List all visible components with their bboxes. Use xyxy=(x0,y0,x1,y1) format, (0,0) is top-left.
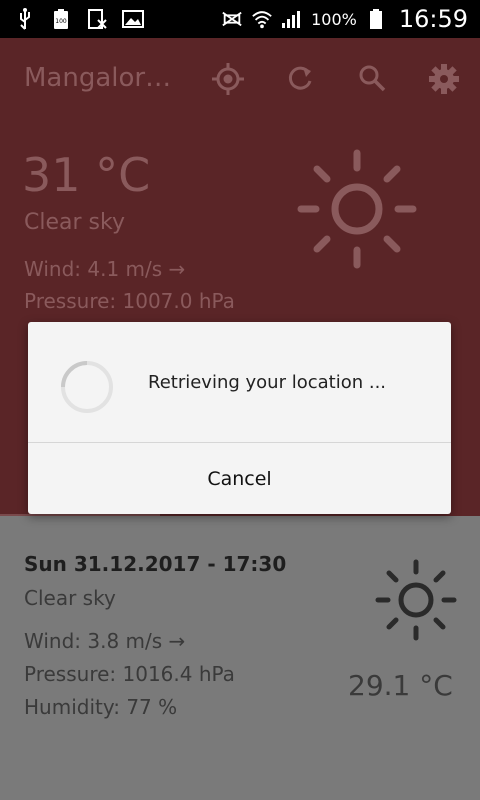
battery-icon xyxy=(365,8,387,30)
battery-100-icon: 100 xyxy=(50,8,72,30)
forecast-wind: Wind: 3.8 m/s → xyxy=(24,629,186,653)
sun-icon xyxy=(374,558,458,642)
forecast-description: Clear sky xyxy=(24,586,116,610)
status-bar: 100 100% 16:59 xyxy=(0,0,480,38)
gear-icon[interactable] xyxy=(426,61,462,97)
loading-spinner-icon xyxy=(60,360,114,414)
current-temperature: 31 °C xyxy=(22,148,151,202)
search-icon[interactable] xyxy=(354,61,390,97)
image-icon xyxy=(122,8,144,30)
city-title: Mangalor… xyxy=(24,63,172,93)
usb-icon xyxy=(14,8,36,30)
battery-percent: 100% xyxy=(311,9,357,29)
sun-icon xyxy=(296,148,418,270)
current-pressure: Pressure: 1007.0 hPa xyxy=(24,289,235,313)
cancel-button[interactable]: Cancel xyxy=(28,443,451,514)
toolbar: Mangalor… xyxy=(0,38,480,124)
clock: 16:59 xyxy=(398,5,468,33)
dialog-message: Retrieving your location ... xyxy=(148,372,387,393)
signal-icon xyxy=(281,8,303,30)
location-icon[interactable] xyxy=(210,61,246,97)
refresh-icon[interactable] xyxy=(282,61,318,97)
location-progress-dialog: Retrieving your location ... Cancel xyxy=(28,322,451,514)
wifi-icon xyxy=(251,8,273,30)
current-description: Clear sky xyxy=(24,210,125,235)
forecast-temperature: 29.1 °C xyxy=(348,669,453,702)
svg-text:100: 100 xyxy=(55,18,67,25)
forecast-list: Sun 31.12.2017 - 17:30 Clear sky Wind: 3… xyxy=(0,516,480,800)
forecast-humidity: Humidity: 77 % xyxy=(24,695,178,719)
current-wind: Wind: 4.1 m/s → xyxy=(24,257,186,281)
forecast-datetime: Sun 31.12.2017 - 17:30 xyxy=(24,552,287,576)
forecast-pressure: Pressure: 1016.4 hPa xyxy=(24,662,235,686)
sim-off-icon xyxy=(86,8,108,30)
mute-icon xyxy=(221,8,243,30)
